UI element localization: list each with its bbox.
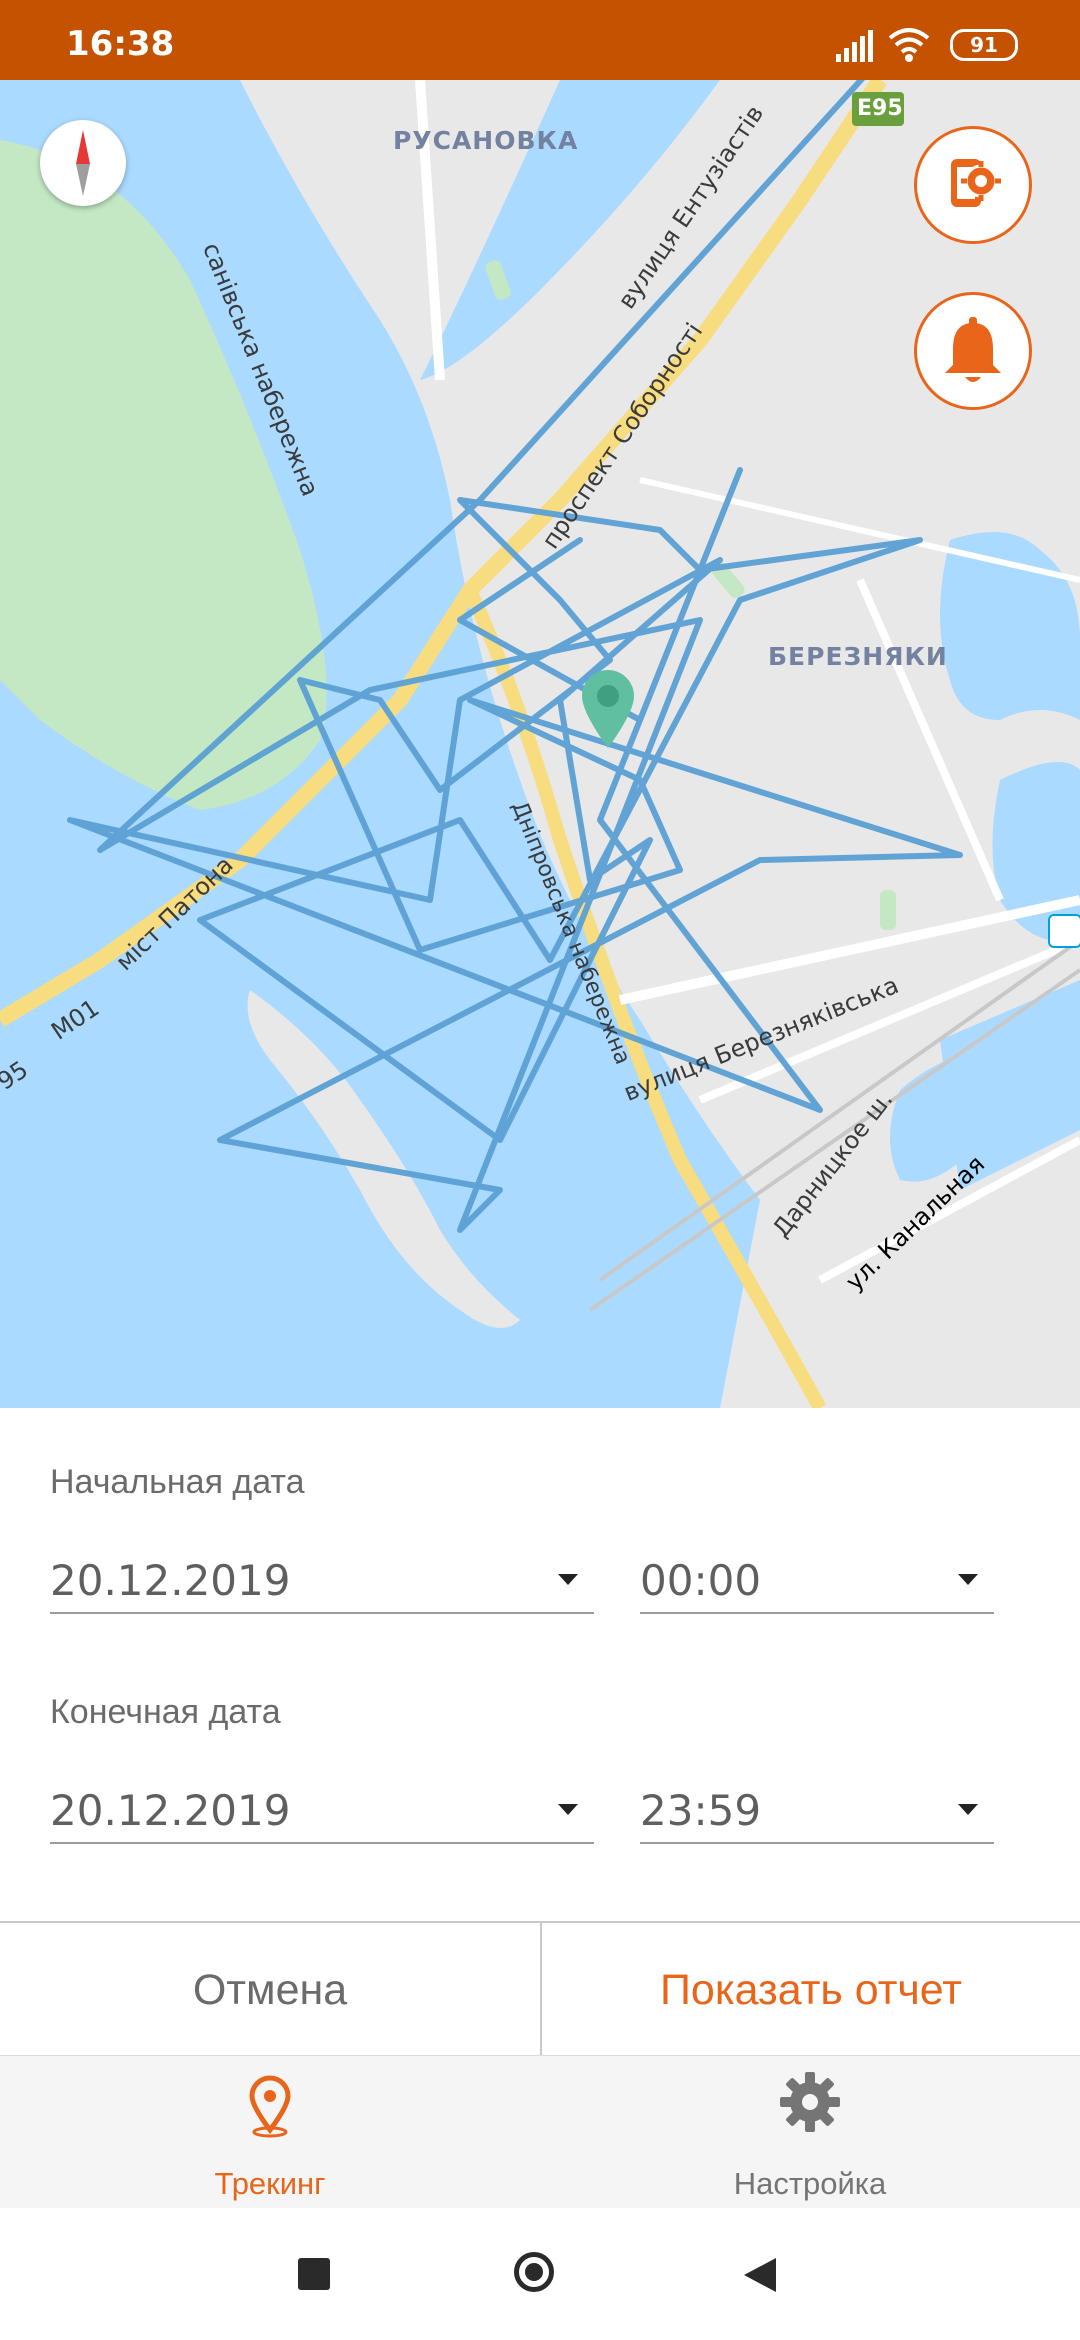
- start-time-select[interactable]: 00:00: [640, 1548, 994, 1614]
- home-icon[interactable]: [514, 2252, 554, 2292]
- show-report-button[interactable]: Показать отчет: [542, 1923, 1080, 2057]
- location-marker-icon[interactable]: [578, 668, 638, 750]
- end-time-value: 23:59: [640, 1786, 762, 1835]
- route-shield-e95: E95: [857, 96, 903, 121]
- district-label-bereznyaky: БЕРЕЗНЯКИ: [768, 642, 948, 671]
- status-bar: 16:38 91: [0, 0, 1080, 80]
- map-view[interactable]: РУСАНОВКА БЕРЕЗНЯКИ санівська набережна …: [0, 80, 1080, 1408]
- battery-icon: 91: [950, 29, 1018, 61]
- alarm-button[interactable]: [914, 292, 1032, 410]
- start-date-select[interactable]: 20.12.2019: [50, 1548, 594, 1614]
- signal-icon: [836, 30, 873, 62]
- device-settings-button[interactable]: [914, 126, 1032, 244]
- chevron-down-icon: [958, 1574, 978, 1585]
- chevron-down-icon: [558, 1804, 578, 1815]
- end-date-value: 20.12.2019: [50, 1786, 291, 1835]
- gear-icon: [780, 2072, 840, 2132]
- bottom-navigation: Трекинг Настройка: [0, 2055, 1080, 2209]
- start-date-label: Начальная дата: [50, 1463, 305, 1501]
- nav-label-settings: Настройка: [733, 2166, 887, 2201]
- wifi-icon: [888, 28, 930, 62]
- district-label-rusanovka: РУСАНОВКА: [393, 126, 579, 155]
- recents-icon[interactable]: [298, 2258, 330, 2290]
- back-icon[interactable]: [742, 2256, 778, 2294]
- cancel-button[interactable]: Отмена: [0, 1923, 540, 2057]
- chevron-down-icon: [958, 1804, 978, 1815]
- nav-item-settings[interactable]: Настройка: [540, 2056, 1080, 2209]
- status-time: 16:38: [66, 24, 175, 64]
- bell-icon: [945, 317, 1001, 382]
- date-range-form: Начальная дата 20.12.2019 00:00 Конечная…: [0, 1408, 1080, 1923]
- end-date-label: Конечная дата: [50, 1693, 281, 1731]
- nav-item-tracking[interactable]: Трекинг: [0, 2056, 540, 2209]
- nav-label-tracking: Трекинг: [214, 2166, 326, 2201]
- battery-level: 91: [970, 33, 998, 57]
- system-navigation-bar: [0, 2208, 1080, 2340]
- end-date-select[interactable]: 20.12.2019: [50, 1778, 594, 1844]
- chevron-down-icon: [558, 1574, 578, 1585]
- device-settings-icon: [951, 159, 1001, 207]
- compass-button[interactable]: [40, 120, 126, 206]
- location-pin-icon: [249, 2075, 291, 2138]
- start-time-value: 00:00: [640, 1556, 762, 1605]
- metro-icon: [1048, 914, 1080, 948]
- start-date-value: 20.12.2019: [50, 1556, 291, 1605]
- compass-icon: [76, 130, 90, 196]
- action-bar: Отмена Показать отчет: [0, 1921, 1080, 2057]
- end-time-select[interactable]: 23:59: [640, 1778, 994, 1844]
